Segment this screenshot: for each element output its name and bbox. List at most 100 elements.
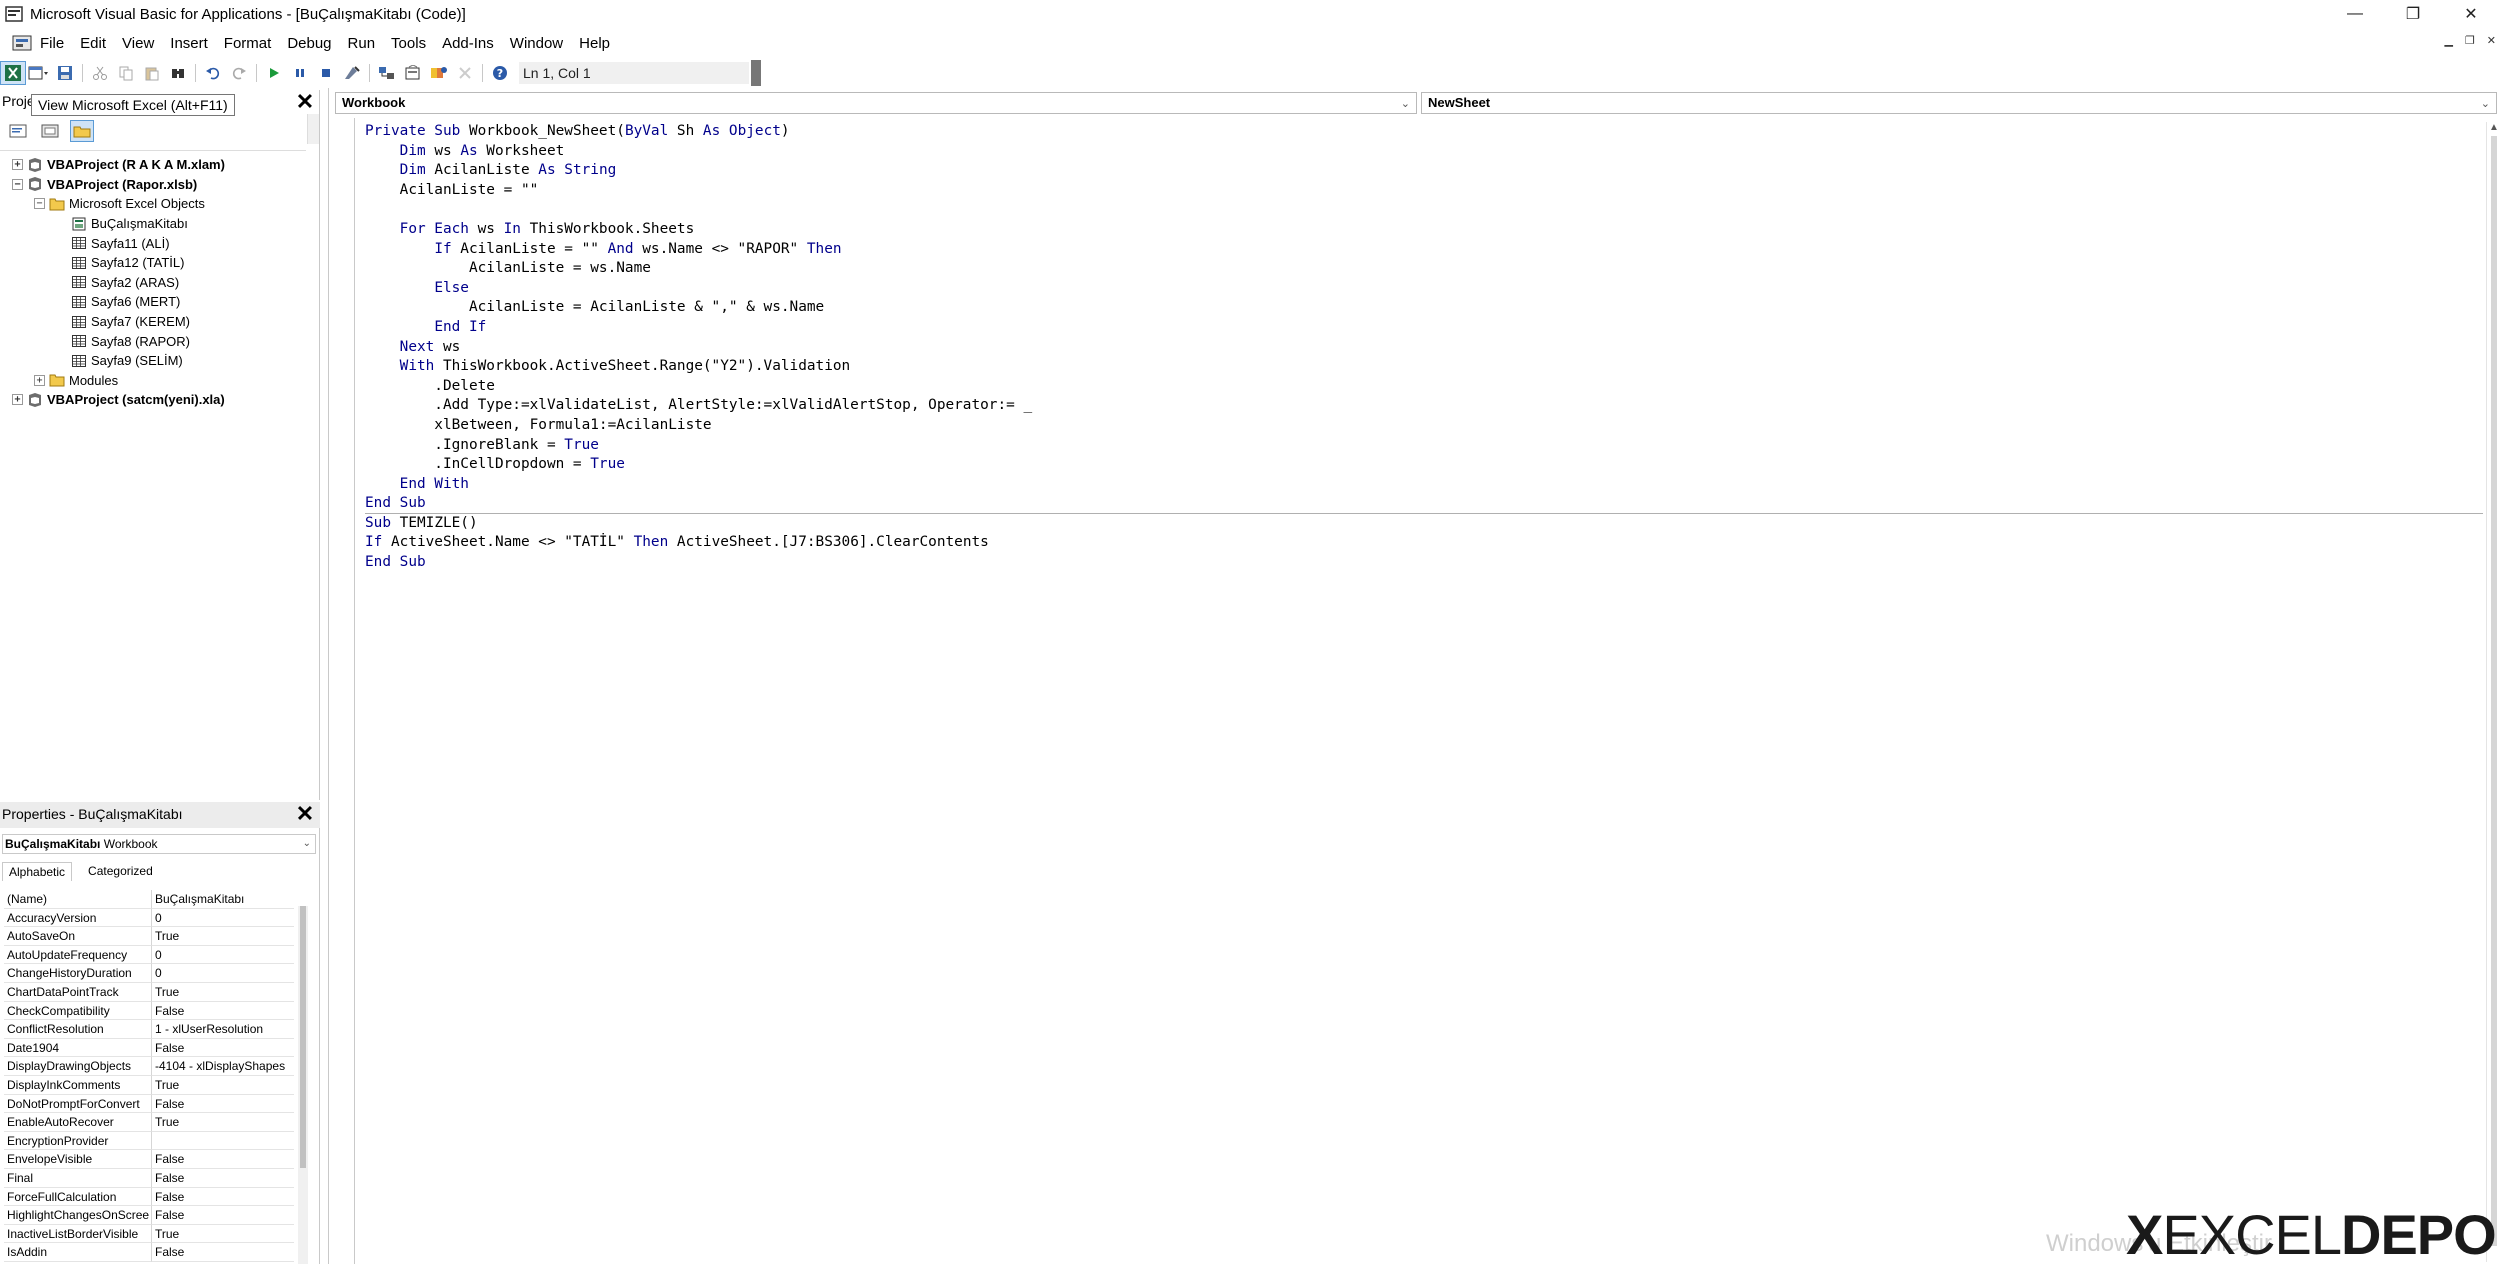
property-row[interactable]: AccuracyVersion 0: [4, 908, 294, 928]
copy-icon[interactable]: [113, 61, 139, 85]
property-value[interactable]: 0: [152, 964, 294, 983]
property-row[interactable]: ForceFullCalculation False: [4, 1187, 294, 1207]
close-icon[interactable]: ✕: [295, 91, 315, 113]
design-mode-icon[interactable]: [339, 61, 365, 85]
code-line[interactable]: .Delete: [365, 377, 2483, 397]
expand-icon[interactable]: +: [12, 159, 23, 171]
property-row[interactable]: EnableAutoRecover True: [4, 1113, 294, 1132]
property-value[interactable]: False: [152, 1039, 294, 1058]
code-line[interactable]: For Each ws In ThisWorkbook.Sheets: [365, 220, 2483, 240]
tree-node[interactable]: Sayfa12 (TATİL): [0, 253, 306, 273]
object-combo[interactable]: Workbook ⌄: [335, 92, 1417, 114]
code-editor[interactable]: Private Sub Workbook_NewSheet(ByVal Sh A…: [365, 122, 2483, 1260]
menu-run[interactable]: Run: [348, 35, 376, 52]
reset-icon[interactable]: [313, 61, 339, 85]
property-value[interactable]: False: [152, 1206, 294, 1225]
property-value[interactable]: False: [152, 1169, 294, 1188]
property-row[interactable]: IsAddin False: [4, 1243, 294, 1262]
object-select-dropdown[interactable]: BuÇalışmaKitabı Workbook ⌄: [2, 834, 316, 854]
code-margin-indicator-bar[interactable]: [329, 118, 355, 1264]
cut-icon[interactable]: [87, 61, 113, 85]
property-row[interactable]: ChangeHistoryDuration 0: [4, 964, 294, 983]
property-value[interactable]: True: [152, 983, 294, 1002]
code-scrollbar[interactable]: ▲: [2486, 122, 2500, 1262]
tree-node[interactable]: − VBAProject (Rapor.xlsb): [0, 175, 306, 195]
property-value[interactable]: False: [152, 1243, 294, 1262]
property-row[interactable]: ChartDataPointTrack True: [4, 983, 294, 1002]
menu-window[interactable]: Window: [510, 35, 563, 52]
view-code-icon[interactable]: [6, 120, 30, 142]
menu-edit[interactable]: Edit: [80, 35, 106, 52]
code-line[interactable]: Private Sub Workbook_NewSheet(ByVal Sh A…: [365, 122, 2483, 142]
tree-node[interactable]: − Microsoft Excel Objects: [0, 194, 306, 214]
tree-node[interactable]: Sayfa11 (ALİ): [0, 233, 306, 253]
menu-insert[interactable]: Insert: [170, 35, 208, 52]
code-line[interactable]: xlBetween, Formula1:=AcilanListe: [365, 416, 2483, 436]
property-row[interactable]: DisplayDrawingObjects -4104 - xlDisplaySh…: [4, 1057, 294, 1076]
menu-file[interactable]: File: [40, 35, 64, 52]
scroll-up-icon[interactable]: ▲: [2489, 122, 2499, 133]
tab-categorized[interactable]: Categorized: [82, 862, 159, 881]
property-value[interactable]: 1 - xlUserResolution: [152, 1020, 294, 1039]
code-line[interactable]: AcilanListe = ws.Name: [365, 259, 2483, 279]
property-value[interactable]: True: [152, 1225, 294, 1244]
close-icon[interactable]: ✕: [295, 803, 315, 825]
property-row[interactable]: InactiveListBorderVisible True: [4, 1224, 294, 1244]
object-browser-icon[interactable]: [426, 61, 452, 85]
property-row[interactable]: DoNotPromptForConvert False: [4, 1094, 294, 1114]
property-value[interactable]: False: [152, 1188, 294, 1207]
help-icon[interactable]: ?: [487, 61, 513, 85]
code-line[interactable]: .InCellDropdown = True: [365, 455, 2483, 475]
find-icon[interactable]: [165, 61, 191, 85]
scrollbar-thumb[interactable]: [300, 906, 306, 1168]
tree-node[interactable]: + VBAProject (satcm(yeni).xla): [0, 390, 306, 410]
property-row[interactable]: AutoSaveOn True: [4, 927, 294, 946]
undo-icon[interactable]: [200, 61, 226, 85]
property-value[interactable]: False: [152, 1150, 294, 1169]
code-line[interactable]: End Sub: [365, 553, 2483, 573]
property-value[interactable]: [152, 1132, 294, 1151]
menu-addins[interactable]: Add-Ins: [442, 35, 494, 52]
collapse-icon[interactable]: −: [12, 178, 23, 190]
expand-icon[interactable]: +: [34, 374, 45, 386]
property-row[interactable]: HighlightChangesOnScree False: [4, 1206, 294, 1225]
code-line[interactable]: .IgnoreBlank = True: [365, 436, 2483, 456]
code-line[interactable]: Dim AcilanListe As String: [365, 161, 2483, 181]
tree-node[interactable]: BuÇalışmaKitabı: [0, 214, 306, 234]
code-line[interactable]: Dim ws As Worksheet: [365, 142, 2483, 162]
redo-icon[interactable]: [226, 61, 252, 85]
property-row[interactable]: Final False: [4, 1169, 294, 1188]
property-value[interactable]: True: [152, 927, 294, 946]
save-icon[interactable]: [52, 61, 78, 85]
minimize-button[interactable]: —: [2326, 0, 2384, 28]
property-value[interactable]: BuÇalışmaKitabı: [152, 890, 294, 909]
code-line[interactable]: Else: [365, 279, 2483, 299]
break-icon[interactable]: [287, 61, 313, 85]
project-explorer-icon[interactable]: [374, 61, 400, 85]
mdi-minimize-button[interactable]: ▁: [2444, 34, 2452, 47]
menu-debug[interactable]: Debug: [287, 35, 331, 52]
property-row[interactable]: CheckCompatibility False: [4, 1001, 294, 1021]
collapse-icon[interactable]: −: [34, 198, 45, 210]
code-line[interactable]: End If: [365, 318, 2483, 338]
toolbar-overflow-grip[interactable]: [751, 60, 761, 86]
property-value[interactable]: True: [152, 1113, 294, 1132]
code-line[interactable]: AcilanListe = "": [365, 181, 2483, 201]
code-line[interactable]: If AcilanListe = "" And ws.Name <> "RAPO…: [365, 240, 2483, 260]
view-object-icon[interactable]: [38, 120, 62, 142]
paste-icon[interactable]: [139, 61, 165, 85]
property-value[interactable]: 0: [152, 946, 294, 965]
project-tree-scrollbar[interactable]: [307, 114, 319, 144]
tab-alphabetic[interactable]: Alphabetic: [2, 862, 73, 881]
code-line[interactable]: End Sub: [365, 494, 2483, 514]
run-icon[interactable]: [261, 61, 287, 85]
vba-menu-icon[interactable]: [12, 34, 32, 52]
code-line[interactable]: Next ws: [365, 338, 2483, 358]
tree-node[interactable]: Sayfa7 (KEREM): [0, 312, 306, 332]
excel-view-icon[interactable]: [0, 61, 26, 85]
insert-userform-icon[interactable]: [26, 61, 52, 85]
code-line[interactable]: Sub TEMIZLE(): [365, 514, 2483, 534]
code-line[interactable]: With ThisWorkbook.ActiveSheet.Range("Y2"…: [365, 357, 2483, 377]
tree-node[interactable]: Sayfa8 (RAPOR): [0, 331, 306, 351]
tree-node[interactable]: + Modules: [0, 371, 306, 391]
